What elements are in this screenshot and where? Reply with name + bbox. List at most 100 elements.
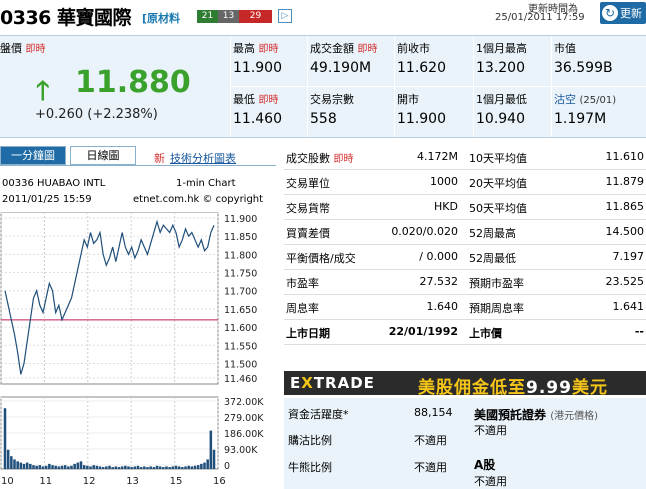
tab-one-minute[interactable]: 一分鐘圖 bbox=[0, 146, 66, 165]
badge-red[interactable]: 29 bbox=[239, 10, 272, 23]
volume-bar bbox=[32, 465, 35, 469]
volume-bar bbox=[70, 465, 73, 469]
stats-value: 0.020/0.020 bbox=[391, 225, 458, 238]
volume-bar bbox=[111, 467, 114, 469]
badge-grey[interactable]: 13 bbox=[218, 10, 239, 23]
stats-row: 周息率 1.640 預期周息率 1.641 bbox=[284, 296, 646, 320]
stats-label-text: 買賣差價 bbox=[286, 227, 330, 240]
price-tick-label: 11.600 bbox=[224, 323, 257, 334]
stats-value: / 0.000 bbox=[419, 250, 458, 263]
price-tick-label: 11.460 bbox=[224, 374, 257, 385]
volume-bar bbox=[162, 467, 165, 469]
stats-row: 上市日期 22/01/1992 上市價 -- bbox=[284, 321, 646, 345]
volume-bar bbox=[22, 463, 26, 469]
quote-cell-label: 1個月最低 bbox=[476, 93, 527, 106]
volume-bar bbox=[25, 462, 29, 469]
share-icon[interactable]: ▷ bbox=[278, 9, 292, 23]
quote-cell-label: 最低 bbox=[233, 93, 255, 106]
x-tick-label: 10 bbox=[1, 476, 14, 487]
stats-value-2: 11.610 bbox=[605, 150, 645, 163]
quote-cell-value: 11.900 bbox=[397, 111, 446, 127]
stats-label: 周息率 bbox=[286, 300, 319, 316]
volume-bar bbox=[73, 463, 76, 469]
quote-cell: 最高 即時 11.900 bbox=[231, 36, 306, 86]
stats-label: 買賣差價 bbox=[286, 225, 330, 241]
stats-label-text: 交易單位 bbox=[286, 177, 330, 190]
quote-cell-header: 最高 即時 bbox=[233, 40, 279, 56]
volume-bar bbox=[44, 465, 48, 469]
quote-cell-value: 11.620 bbox=[397, 60, 446, 76]
stats-label-text: 市盈率 bbox=[286, 277, 319, 290]
quote-cell-header: 成交金額 即時 bbox=[310, 40, 378, 56]
chart-date-label: 2011/01/25 15:59 bbox=[2, 194, 92, 205]
stats-value: 1000 bbox=[430, 175, 458, 188]
volume-bar bbox=[124, 465, 127, 469]
price-tick-label: 11.850 bbox=[224, 232, 257, 243]
volume-bar bbox=[13, 459, 16, 469]
volume-bar bbox=[174, 465, 178, 469]
volume-bar bbox=[177, 466, 181, 469]
stats-label: 交易單位 bbox=[286, 175, 330, 191]
quote-cell-header: 1個月最低 bbox=[476, 91, 527, 107]
stats-label: 交易貨幣 bbox=[286, 200, 330, 216]
quote-cell-label: 開市 bbox=[397, 93, 419, 106]
stats-label-2: 50天平均值 bbox=[469, 202, 527, 215]
etrade-ad-banner[interactable]: EXTRADE 美股佣金低至9.99美元 bbox=[284, 371, 646, 398]
refresh-button[interactable]: ↻ 更新 bbox=[600, 2, 646, 24]
stats-value-2: 23.525 bbox=[605, 275, 645, 288]
quote-cell-label[interactable]: 沽空 bbox=[554, 93, 576, 106]
volume-bar bbox=[63, 465, 67, 469]
stats-value: 1.640 bbox=[426, 300, 459, 313]
volume-bar bbox=[168, 467, 171, 469]
quote-cell-header: 最低 即時 bbox=[233, 91, 279, 107]
quote-cell: 沽空 (25/01) 1.197M bbox=[552, 87, 627, 137]
quote-cell: 交易宗數 558 bbox=[308, 87, 383, 137]
refresh-label: 更新 bbox=[620, 7, 642, 20]
volume-bar bbox=[196, 465, 200, 469]
stats-label-2: 20天平均值 bbox=[469, 177, 527, 190]
volume-bar bbox=[89, 466, 92, 469]
volume-tick-label: 279.00K bbox=[224, 413, 264, 424]
analysis-link[interactable]: 技術分析圖表 bbox=[170, 150, 236, 166]
volume-bar bbox=[136, 465, 140, 469]
volume-tick-label: 186.00K bbox=[224, 429, 264, 440]
a-share-link[interactable]: A股 bbox=[474, 456, 495, 473]
volume-bar bbox=[193, 465, 197, 469]
stats-label-text: 上市日期 bbox=[286, 327, 330, 340]
volume-bar bbox=[51, 465, 54, 469]
volume-bar bbox=[108, 465, 111, 469]
ad-promo: 美股佣金低至9.99美元 bbox=[418, 378, 608, 398]
category-link[interactable]: [原材料 bbox=[142, 10, 180, 26]
volume-bar bbox=[10, 456, 13, 469]
adr-link[interactable]: 美國預託證券 (港元價格) bbox=[474, 406, 598, 423]
volume-bar bbox=[86, 465, 89, 469]
quote-cell: 1個月最高 13.200 bbox=[474, 36, 549, 86]
quote-cell-value: 11.900 bbox=[233, 60, 282, 76]
stock-code: 0336 bbox=[0, 7, 51, 29]
quote-cell-value: 36.599B bbox=[554, 60, 613, 76]
update-time: 25/01/2011 17:59 bbox=[495, 12, 585, 23]
volume-bar bbox=[16, 461, 19, 469]
intraday-chart: 11.900 11.850 11.800 11.750 11.700 11.650 11.6… bbox=[0, 212, 264, 487]
price-change: +0.260 (+2.238%) bbox=[35, 107, 158, 122]
stats-value: 27.532 bbox=[419, 275, 459, 288]
last-price-label: 盤價 即時 bbox=[0, 42, 46, 55]
price-tick-label: 11.500 bbox=[224, 359, 257, 370]
volume-bar bbox=[95, 465, 99, 469]
stats-value-2: 11.879 bbox=[605, 175, 645, 188]
price-tick-label: 11.650 bbox=[224, 305, 257, 316]
price-tick-label: 11.900 bbox=[224, 214, 257, 225]
quote-cell-header: 1個月最高 bbox=[476, 40, 527, 56]
stats-label-text: 成交股數 bbox=[286, 152, 330, 165]
volume-tick-label: 93.00K bbox=[224, 445, 258, 456]
chart-copyright: etnet.com.hk © copyright bbox=[133, 194, 264, 205]
stats-label-text: 平衡價格/成交 bbox=[286, 252, 356, 265]
quote-cell-header: 交易宗數 bbox=[310, 91, 354, 107]
quote-cell-label: 成交金額 bbox=[310, 42, 354, 55]
stats-label: 上市日期 bbox=[286, 325, 330, 341]
badge-green[interactable]: 21 bbox=[197, 10, 218, 23]
tab-daily[interactable]: 日線圖 bbox=[70, 146, 136, 165]
volume-bar bbox=[82, 465, 86, 469]
volume-bar bbox=[203, 462, 206, 469]
stats-value-2: 14.500 bbox=[605, 225, 645, 238]
